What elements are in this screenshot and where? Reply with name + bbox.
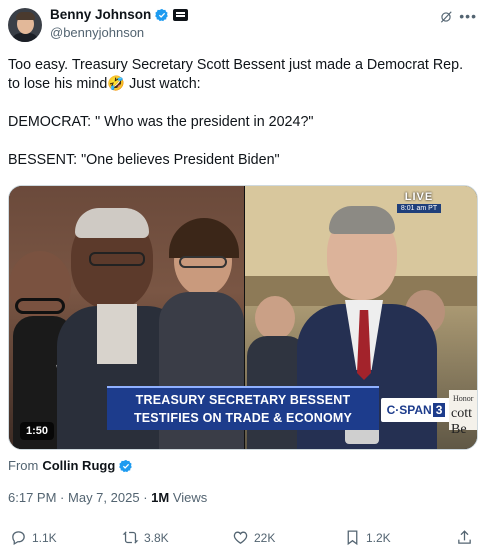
tweet-date[interactable]: May 7, 2025	[68, 490, 140, 505]
attribution-prefix: From	[8, 458, 39, 473]
live-time: 8:01 am PT	[397, 204, 441, 213]
verified-badge-icon	[119, 459, 133, 472]
chyron-line-1: TREASURY SECRETARY BESSENT	[135, 393, 351, 407]
network-logo: C·SPAN 3	[381, 398, 451, 422]
repost-button[interactable]: 3.8K	[122, 529, 169, 546]
meta-separator: ·	[60, 490, 65, 505]
reply-icon	[12, 531, 25, 546]
reply-button[interactable]: 1.1K	[10, 529, 57, 546]
repost-count: 3.8K	[144, 530, 169, 545]
bookmark-button[interactable]: 1.2K	[344, 529, 391, 546]
bookmark-icon	[347, 530, 358, 546]
live-badge: LIVE 8:01 am PT	[397, 191, 441, 213]
news-chyron: TREASURY SECRETARY BESSENT TESTIFIES ON …	[107, 386, 379, 430]
tweet-text: Too easy. Treasury Secretary Scott Besse…	[8, 57, 464, 168]
verified-badge-icon	[155, 8, 169, 21]
views-count: 1M	[151, 490, 170, 505]
author-handle[interactable]: @bennyjohnson	[50, 25, 144, 40]
network-text: C·SPAN	[386, 403, 432, 417]
grok-icon[interactable]	[439, 10, 453, 24]
like-count: 22K	[254, 530, 276, 545]
chyron-line-2: TESTIFIES ON TRADE & ECONOMY	[133, 411, 353, 425]
views-label: Views	[172, 490, 208, 505]
org-affiliate-icon[interactable]	[173, 8, 189, 21]
share-button[interactable]	[456, 529, 473, 546]
author-name-row: Benny Johnson	[50, 7, 189, 22]
video-player[interactable]: LIVE 8:01 am PT TREASURY SECRETARY BESSE…	[8, 185, 478, 450]
like-icon	[233, 531, 248, 544]
reply-count: 1.1K	[32, 530, 57, 545]
author-display-name[interactable]: Benny Johnson	[50, 7, 151, 22]
video-attribution: From Collin Rugg	[8, 458, 133, 473]
like-button[interactable]: 22K	[232, 529, 275, 546]
more-options-icon[interactable]: •••	[459, 8, 477, 24]
tweet-header: Benny Johnson @bennyjohnson •••	[8, 6, 479, 46]
share-icon	[458, 530, 471, 544]
tweet-time[interactable]: 6:17 PM	[8, 490, 56, 505]
attribution-source-name[interactable]: Collin Rugg	[42, 458, 115, 473]
live-label: LIVE	[404, 191, 434, 203]
author-avatar[interactable]	[8, 8, 42, 42]
tweet-meta: 6:17 PM · May 7, 2025 · 1M Views	[8, 490, 207, 505]
meta-separator: ·	[143, 490, 148, 505]
bookmark-count: 1.2K	[366, 530, 391, 545]
nameplate-top-text: Honor	[453, 394, 474, 403]
video-duration: 1:50	[20, 422, 55, 440]
tweet-actions: 1.1K 3.8K 22K 1.2K	[8, 529, 476, 551]
network-number: 3	[432, 403, 446, 417]
nameplate-name-text: cott Be	[451, 406, 472, 437]
repost-icon	[122, 531, 139, 544]
witness-nameplate: Honor cott Be	[449, 390, 477, 437]
